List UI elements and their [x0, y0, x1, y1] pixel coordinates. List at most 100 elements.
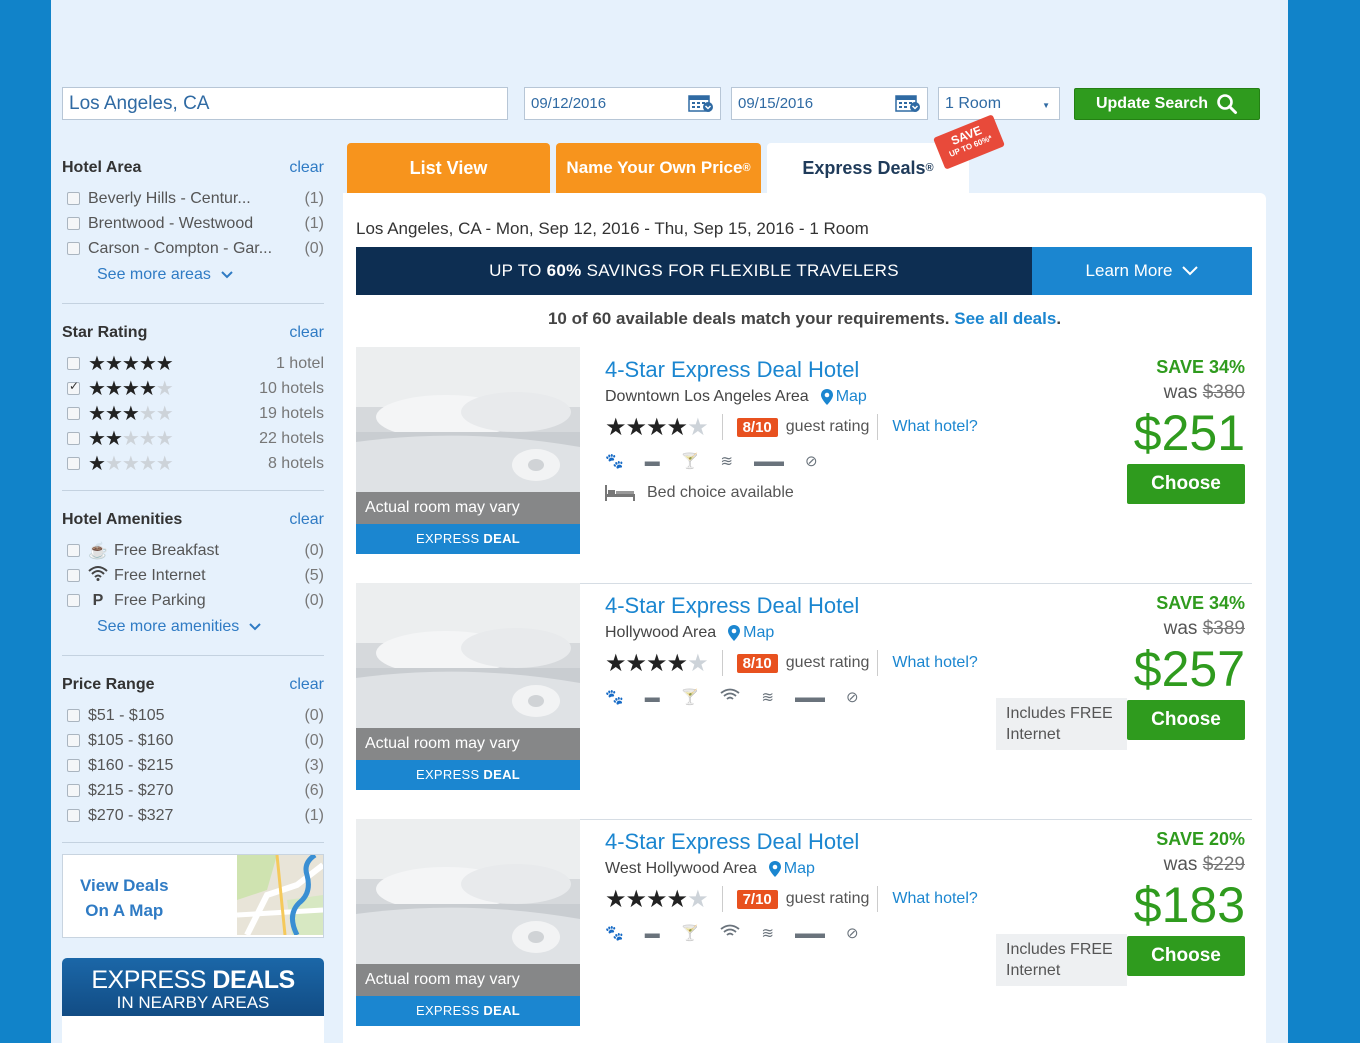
- what-hotel-link[interactable]: What hotel?: [892, 890, 977, 908]
- choose-button[interactable]: Choose: [1127, 464, 1245, 504]
- learn-more-button[interactable]: Learn More: [1032, 247, 1252, 295]
- deal-card: Actual room may vary EXPRESS DEAL 4-Star…: [356, 583, 1252, 820]
- see-more-areas-link[interactable]: See more areas: [62, 261, 324, 289]
- no-smoking-icon: ⊘: [845, 925, 859, 942]
- star-rating-icon: ★★★★★: [88, 453, 174, 475]
- save-percent: SAVE 34%: [1156, 593, 1245, 613]
- star-rating-filter: Star Rating clear ★★★★★1 hotel★★★★★10 hot…: [62, 315, 324, 491]
- checkbox[interactable]: [67, 242, 80, 255]
- checkin-date-input[interactable]: 09/12/2016: [524, 87, 721, 120]
- bar-icon: 🍸: [680, 453, 700, 470]
- amenities-filter: Hotel Amenities clear ☕ Free Breakfast (0) …: [62, 502, 324, 656]
- checkbox[interactable]: [67, 594, 80, 607]
- results-panel: Los Angeles, CA - Mon, Sep 12, 2016 - Th…: [343, 193, 1266, 1043]
- express-deal-label: EXPRESS DEAL: [356, 996, 580, 1026]
- bed-choice: Bed choice available: [605, 484, 1025, 502]
- filter-option-stars[interactable]: ★★★★★ 1 hotel: [62, 351, 324, 376]
- room-photo[interactable]: Actual room may vary EXPRESS DEAL: [356, 583, 580, 790]
- app-container: Los Angeles, CA 09/12/2016 09/15/2016 1 …: [51, 0, 1288, 1043]
- filter-option[interactable]: P Free Parking (0): [62, 588, 324, 613]
- map-link[interactable]: Map: [820, 388, 867, 406]
- bar-icon: 🍸: [680, 925, 700, 942]
- see-more-amenities-link[interactable]: See more amenities: [62, 613, 324, 641]
- dropdown-caret-icon: ▼: [1042, 101, 1050, 110]
- express-deal-label: EXPRESS DEAL: [356, 760, 580, 790]
- map-link[interactable]: Map: [768, 860, 815, 878]
- checkbox[interactable]: [67, 759, 80, 772]
- update-search-button[interactable]: Update Search: [1074, 88, 1260, 120]
- filter-option[interactable]: Carson - Compton - Gar... (0): [62, 236, 324, 261]
- checkout-date-input[interactable]: 09/15/2016: [731, 87, 928, 120]
- filter-option[interactable]: Beverly Hills - Centur... (1): [62, 186, 324, 211]
- was-price: was $229: [1163, 854, 1245, 875]
- pet-icon: 🐾: [605, 453, 624, 470]
- express-deal-label: EXPRESS DEAL: [356, 524, 580, 554]
- what-hotel-link[interactable]: What hotel?: [892, 654, 977, 672]
- choose-button[interactable]: Choose: [1127, 700, 1245, 740]
- hotel-name-link[interactable]: 4-Star Express Deal Hotel: [605, 829, 1025, 855]
- checkbox[interactable]: [67, 457, 80, 470]
- fitness-icon: ▬▬: [753, 452, 784, 470]
- filter-option[interactable]: $160 - $215 (3): [62, 753, 324, 778]
- tab-name-your-own-price[interactable]: Name Your Own Price ®: [556, 143, 761, 193]
- checkbox[interactable]: [67, 784, 80, 797]
- checkbox[interactable]: [67, 192, 80, 205]
- checkbox[interactable]: [67, 379, 80, 395]
- clear-link[interactable]: clear: [289, 676, 324, 694]
- checkbox[interactable]: [67, 709, 80, 722]
- filter-option[interactable]: Free Internet (5): [62, 563, 324, 588]
- hotel-name-link[interactable]: 4-Star Express Deal Hotel: [605, 593, 1025, 619]
- star-rating: ★★★★★: [605, 413, 709, 441]
- filter-option-stars[interactable]: ★★★★★ 8 hotels: [62, 451, 324, 476]
- checkbox[interactable]: [67, 569, 80, 582]
- map-pin-icon: [728, 625, 741, 641]
- star-rating: ★★★★★: [605, 885, 709, 913]
- calendar-icon[interactable]: [895, 95, 921, 113]
- pet-icon: 🐾: [605, 925, 624, 942]
- checkbox[interactable]: [67, 217, 80, 230]
- map-pin-icon: [820, 389, 833, 405]
- tab-list-view[interactable]: List View: [347, 143, 550, 193]
- pool-icon: ≋: [720, 453, 733, 470]
- printer-icon: ▬: [644, 452, 660, 470]
- room-photo[interactable]: Actual room may vary EXPRESS DEAL: [356, 819, 580, 1026]
- filter-option-stars[interactable]: ★★★★★10 hotels: [62, 376, 324, 401]
- wifi-icon: [720, 924, 740, 942]
- view-deals-map-link[interactable]: View Deals On A Map: [62, 854, 324, 938]
- hotel-name-link[interactable]: 4-Star Express Deal Hotel: [605, 357, 1025, 383]
- filter-option[interactable]: $215 - $270 (6): [62, 778, 324, 803]
- checkbox[interactable]: [67, 544, 80, 557]
- what-hotel-link[interactable]: What hotel?: [892, 418, 977, 436]
- location-input[interactable]: Los Angeles, CA: [62, 87, 508, 120]
- filter-option-stars[interactable]: ★★★★★ 22 hotels: [62, 426, 324, 451]
- choose-button[interactable]: Choose: [1127, 936, 1245, 976]
- was-price: was $380: [1163, 382, 1245, 403]
- filter-option[interactable]: ☕ Free Breakfast (0): [62, 538, 324, 563]
- room-photo[interactable]: Actual room may vary EXPRESS DEAL: [356, 347, 580, 554]
- filter-option[interactable]: Brentwood - Westwood (1): [62, 211, 324, 236]
- filter-title: Hotel Area: [62, 159, 142, 176]
- checkbox[interactable]: [67, 357, 80, 370]
- map-link[interactable]: Map: [728, 624, 774, 642]
- wifi-icon: [720, 688, 740, 706]
- rooms-select[interactable]: 1 Room ▼: [938, 87, 1060, 120]
- clear-link[interactable]: clear: [289, 159, 324, 177]
- see-all-deals-link[interactable]: See all deals: [954, 309, 1056, 328]
- filter-option[interactable]: $105 - $160 (0): [62, 728, 324, 753]
- filter-option-stars[interactable]: ★★★★★ 19 hotels: [62, 401, 324, 426]
- express-deals-nearby-banner[interactable]: EXPRESS DEALS IN NEARBY AREAS: [62, 958, 324, 1043]
- clear-link[interactable]: clear: [289, 511, 324, 529]
- checkbox[interactable]: [67, 407, 80, 420]
- checkbox[interactable]: [67, 432, 80, 445]
- filter-option[interactable]: $51 - $105 (0): [62, 703, 324, 728]
- wifi-icon: [88, 565, 108, 586]
- filter-option[interactable]: $270 - $327 (1): [62, 803, 324, 828]
- calendar-icon[interactable]: [688, 95, 714, 113]
- parking-icon: P: [92, 591, 104, 609]
- checkbox[interactable]: [67, 734, 80, 747]
- hotel-area: Downtown Los Angeles Area: [605, 388, 809, 405]
- printer-icon: ▬: [644, 924, 660, 942]
- chevron-down-icon: [1182, 266, 1199, 276]
- clear-link[interactable]: clear: [289, 324, 324, 342]
- checkbox[interactable]: [67, 809, 80, 822]
